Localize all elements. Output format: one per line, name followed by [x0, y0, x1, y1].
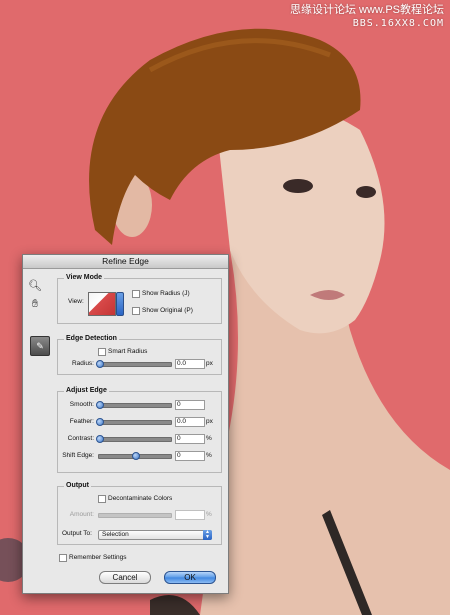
remember-settings-label: Remember Settings	[69, 554, 127, 561]
decontaminate-colors-label: Decontaminate Colors	[108, 495, 173, 502]
contrast-label: Contrast:	[67, 435, 94, 442]
edge-detection-group: Edge Detection Smart Radius Radius: 0.0 …	[57, 335, 222, 375]
ok-button[interactable]: OK	[164, 571, 216, 584]
show-original-label: Show Original (P)	[142, 307, 193, 314]
edge-detection-heading: Edge Detection	[64, 335, 119, 342]
smooth-slider[interactable]	[96, 401, 172, 409]
smart-radius-label: Smart Radius	[108, 348, 148, 355]
feather-field[interactable]: 0.0	[175, 417, 205, 427]
radius-field[interactable]: 0.0	[175, 359, 205, 369]
view-label: View:	[68, 298, 84, 305]
feather-label: Feather:	[69, 418, 94, 425]
contrast-unit: %	[206, 435, 212, 442]
feather-slider-knob[interactable]	[96, 418, 104, 426]
radius-slider-knob[interactable]	[96, 360, 104, 368]
dialog-title: Refine Edge	[23, 255, 228, 269]
contrast-field[interactable]: 0	[175, 434, 205, 444]
contrast-slider[interactable]	[96, 435, 172, 443]
smart-radius-checkbox[interactable]	[98, 348, 106, 356]
smooth-slider-knob[interactable]	[96, 401, 104, 409]
view-mode-heading: View Mode	[64, 274, 105, 281]
tool-column: 🔍︎ ✋︎	[27, 277, 51, 315]
amount-slider	[98, 513, 172, 518]
refine-radius-tool-icon[interactable]: ✎	[30, 336, 50, 356]
cancel-button[interactable]: Cancel	[99, 571, 151, 584]
shift-edge-slider-knob[interactable]	[132, 452, 140, 460]
adjust-edge-heading: Adjust Edge	[64, 387, 109, 394]
show-radius-checkbox[interactable]	[132, 290, 140, 298]
output-group: Output Decontaminate Colors Amount: % Ou…	[57, 482, 222, 545]
shift-edge-label: Shift Edge:	[62, 452, 94, 459]
output-to-value: Selection	[102, 531, 129, 538]
smooth-field[interactable]: 0	[175, 400, 205, 410]
hand-tool-icon[interactable]: ✋︎	[27, 296, 43, 312]
smooth-label: Smooth:	[69, 401, 94, 408]
remember-settings-checkbox[interactable]	[59, 554, 67, 562]
decontaminate-colors-checkbox[interactable]	[98, 495, 106, 503]
refine-edge-dialog: Refine Edge 🔍︎ ✋︎ ✎ View Mode View: Show…	[22, 254, 229, 594]
amount-unit: %	[206, 511, 212, 518]
output-heading: Output	[64, 482, 91, 489]
view-mode-group: View Mode View: Show Radius (J) Show Ori…	[57, 274, 222, 324]
adjust-edge-group: Adjust Edge Smooth: 0 Feather: 0.0 px Co…	[57, 387, 222, 473]
view-mode-dropdown-arrow[interactable]	[116, 292, 124, 316]
radius-slider[interactable]	[96, 360, 172, 368]
view-mode-thumbnail[interactable]	[88, 292, 116, 316]
watermark-line-1: 思缘设计论坛 www.PS教程论坛	[289, 4, 444, 16]
contrast-slider-knob[interactable]	[96, 435, 104, 443]
select-arrows-icon: ▲ ▼	[203, 530, 212, 540]
watermark-line-2: BBS.16XX8.COM	[352, 18, 444, 29]
shift-edge-field[interactable]: 0	[175, 451, 205, 461]
output-to-select[interactable]: Selection ▲ ▼	[98, 530, 212, 540]
amount-label: Amount:	[69, 511, 94, 518]
amount-field	[175, 510, 205, 520]
feather-slider[interactable]	[96, 418, 172, 426]
watermark: 思缘设计论坛 www.PS教程论坛 BBS.16XX8.COM	[290, 4, 444, 30]
shift-edge-slider[interactable]	[98, 452, 172, 460]
radius-unit: px	[206, 360, 213, 367]
radius-label: Radius:	[71, 360, 94, 367]
show-radius-label: Show Radius (J)	[142, 290, 190, 297]
output-to-label: Output To:	[62, 530, 92, 537]
show-original-checkbox[interactable]	[132, 307, 140, 315]
zoom-tool-icon[interactable]: 🔍︎	[27, 277, 43, 293]
shift-edge-unit: %	[206, 452, 212, 459]
feather-unit: px	[206, 418, 213, 425]
